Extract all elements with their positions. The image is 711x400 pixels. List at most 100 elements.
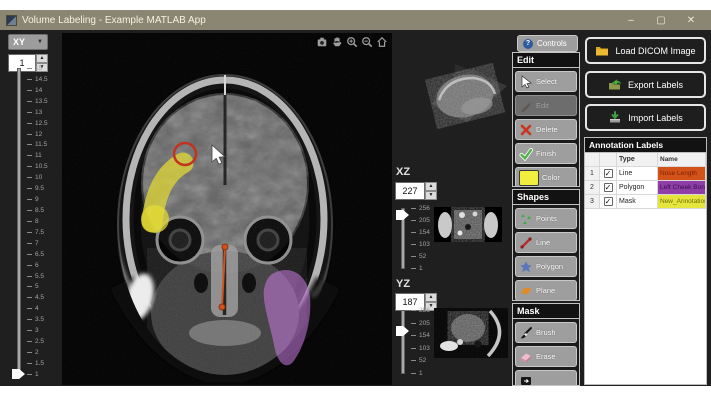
row-type[interactable]: Polygon bbox=[617, 181, 658, 194]
import-labels-button[interactable]: Import Labels bbox=[585, 104, 706, 131]
visibility-column-header bbox=[600, 153, 617, 166]
slider-thumb[interactable] bbox=[12, 369, 25, 379]
slider-thumb[interactable] bbox=[396, 210, 409, 220]
line-icon bbox=[519, 236, 533, 250]
row-number: 1 bbox=[585, 167, 600, 180]
slider-tick: 12.5 bbox=[27, 120, 48, 127]
slider-tick: 14 bbox=[27, 87, 48, 94]
slider-tick: 7.5 bbox=[27, 229, 48, 236]
xz-thumbnail bbox=[434, 207, 502, 242]
color-button[interactable]: Color bbox=[515, 167, 577, 187]
tick-mark bbox=[27, 363, 32, 364]
spinner-up-icon[interactable]: ▲ bbox=[36, 54, 48, 63]
plane-button[interactable]: Plane bbox=[515, 280, 577, 301]
tick-label: 10.5 bbox=[35, 163, 48, 170]
delete-button[interactable]: Delete bbox=[515, 119, 577, 140]
row-number: 2 bbox=[585, 181, 600, 194]
brush-button-label: Brush bbox=[536, 328, 556, 337]
xy-slice-slider[interactable]: 15 14.5 14 bbox=[14, 68, 62, 375]
pan-icon[interactable] bbox=[331, 36, 343, 48]
export-icon[interactable] bbox=[316, 36, 328, 48]
type-column-header: Type bbox=[617, 153, 658, 166]
maximize-button[interactable]: ▢ bbox=[655, 15, 667, 26]
row-name[interactable]: Nose Length bbox=[658, 167, 706, 180]
slider-tick: 7 bbox=[27, 240, 48, 247]
tick-mark bbox=[27, 254, 32, 255]
table-row[interactable]: 2 ✓ Polygon Left Cheek Bone bbox=[585, 181, 706, 195]
close-button[interactable]: ✕ bbox=[685, 15, 697, 26]
mask-extra-button[interactable] bbox=[515, 370, 577, 386]
row-type[interactable]: Line bbox=[617, 167, 658, 180]
zoom-in-icon[interactable] bbox=[346, 36, 358, 48]
row-type[interactable]: Mask bbox=[617, 195, 658, 208]
tick-label: 4.5 bbox=[35, 294, 44, 301]
row-name[interactable]: Left Cheek Bone bbox=[658, 181, 706, 194]
slider-thumb[interactable] bbox=[396, 326, 409, 336]
slider-tick: 205 bbox=[411, 320, 430, 327]
tick-mark bbox=[27, 166, 32, 167]
slider-track[interactable] bbox=[401, 310, 405, 374]
row-name[interactable]: New_Annotation_1 bbox=[658, 195, 706, 208]
tick-mark bbox=[27, 144, 32, 145]
tick-label: 11.5 bbox=[35, 141, 47, 148]
import-labels-icon bbox=[608, 111, 622, 124]
xz-spinner[interactable]: 227 ▲ ▼ bbox=[395, 182, 437, 200]
shapes-panel: Shapes Points Line Polygon Plane bbox=[512, 189, 580, 301]
polygon-button-label: Polygon bbox=[536, 262, 563, 271]
mask-panel-title: Mask bbox=[513, 304, 579, 319]
slider-tick: 2.5 bbox=[27, 338, 48, 345]
slider-tick: 4.5 bbox=[27, 294, 48, 301]
app-icon bbox=[6, 15, 17, 26]
load-dicom-button[interactable]: Load DICOM Image bbox=[585, 37, 706, 64]
export-labels-button[interactable]: Export Labels bbox=[585, 71, 706, 98]
tick-mark bbox=[27, 232, 32, 233]
slider-tick: 2 bbox=[27, 349, 48, 356]
edit-button[interactable]: Edit bbox=[515, 95, 577, 116]
row-checkbox[interactable]: ✓ bbox=[604, 169, 613, 178]
spinner-up-icon[interactable]: ▲ bbox=[425, 182, 437, 191]
main-image-viewer[interactable] bbox=[62, 33, 392, 385]
points-button[interactable]: Points bbox=[515, 208, 577, 229]
row-number: 3 bbox=[585, 195, 600, 208]
brush-icon bbox=[519, 326, 533, 340]
tick-label: 2 bbox=[35, 349, 39, 356]
edit-button-label: Edit bbox=[536, 101, 549, 110]
slider-tick: 13.5 bbox=[27, 98, 48, 105]
brush-button[interactable]: Brush bbox=[515, 322, 577, 343]
select-button[interactable]: Select bbox=[515, 71, 577, 92]
slider-tick: 103 bbox=[411, 241, 430, 248]
polygon-button[interactable]: Polygon bbox=[515, 256, 577, 277]
view-selector-dropdown[interactable]: XY ▼ bbox=[8, 34, 48, 50]
slider-tick: 9.5 bbox=[27, 185, 48, 192]
tick-mark bbox=[27, 199, 32, 200]
tick-mark bbox=[27, 319, 32, 320]
eraser-icon bbox=[519, 350, 533, 364]
erase-button[interactable]: Erase bbox=[515, 346, 577, 367]
annotation-table[interactable]: Type Name 1 ✓ Line Nose Length 2 ✓ Polyg… bbox=[585, 153, 706, 209]
tick-mark bbox=[411, 323, 416, 324]
zoom-out-icon[interactable] bbox=[361, 36, 373, 48]
controls-button[interactable]: ? Controls bbox=[517, 35, 578, 52]
table-row[interactable]: 1 ✓ Line Nose Length bbox=[585, 167, 706, 181]
tick-label: 1 bbox=[419, 265, 423, 272]
cursor-icon bbox=[519, 75, 533, 89]
table-row[interactable]: 3 ✓ Mask New_Annotation_1 bbox=[585, 195, 706, 209]
spinner-up-icon[interactable]: ▲ bbox=[425, 293, 437, 302]
tick-label: 6.5 bbox=[35, 251, 44, 258]
window-titlebar[interactable]: Volume Labeling - Example MATLAB App – ▢… bbox=[0, 10, 711, 30]
row-checkbox[interactable]: ✓ bbox=[604, 197, 613, 206]
tick-label: 14.5 bbox=[35, 76, 48, 83]
line-button[interactable]: Line bbox=[515, 232, 577, 253]
minimize-button[interactable]: – bbox=[625, 15, 637, 26]
tick-mark bbox=[411, 335, 416, 336]
xz-spinner-value[interactable]: 227 bbox=[395, 182, 425, 200]
slider-tick: 10 bbox=[27, 174, 48, 181]
tick-label: 205 bbox=[419, 217, 430, 224]
finish-button[interactable]: Finish bbox=[515, 143, 577, 164]
slider-track[interactable] bbox=[17, 68, 21, 375]
slider-tick: 8 bbox=[27, 218, 48, 225]
spinner-down-icon[interactable]: ▼ bbox=[425, 191, 437, 200]
home-icon[interactable] bbox=[376, 36, 388, 48]
annotation-panel-title: Annotation Labels bbox=[585, 138, 706, 153]
row-checkbox[interactable]: ✓ bbox=[604, 183, 613, 192]
